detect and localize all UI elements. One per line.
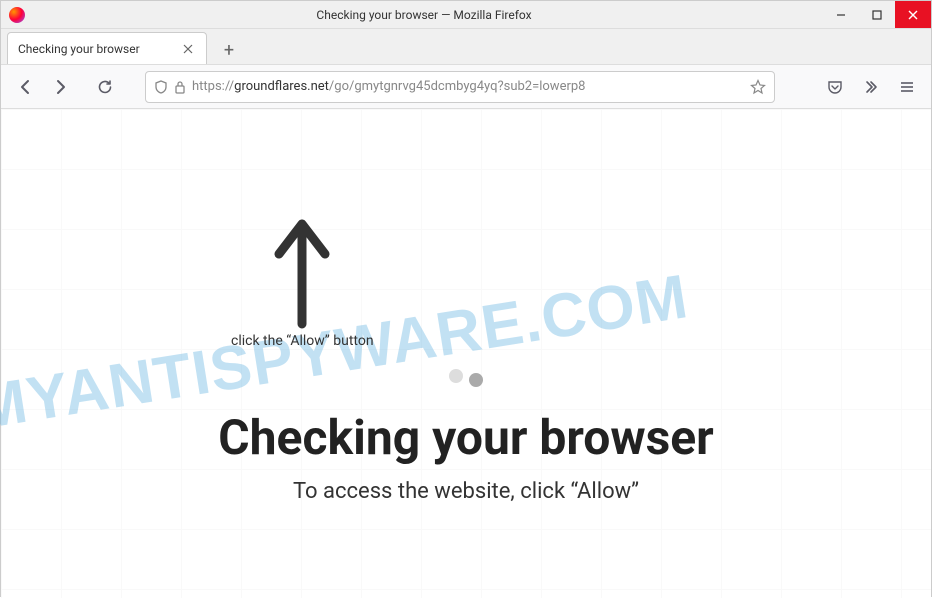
- lock-icon: [174, 80, 186, 94]
- url-text: https://groundflares.net/go/gmytgnrvg45d…: [192, 79, 744, 94]
- tab-title: Checking your browser: [18, 42, 172, 56]
- minimize-icon: [836, 10, 846, 20]
- spinner-dot-icon: [449, 369, 463, 383]
- url-path: /go/gmytgnrvg45dcmbyg4yq?sub2=lowerp8: [329, 79, 586, 94]
- arrow-hint-text: click the “Allow” button: [231, 333, 374, 349]
- arrow-right-icon: [52, 78, 70, 96]
- minimize-button[interactable]: [823, 1, 859, 28]
- close-button[interactable]: [895, 1, 931, 28]
- page-subheading: To access the website, click “Allow”: [1, 479, 931, 504]
- shield-icon: [154, 80, 168, 94]
- tab-close-button[interactable]: [180, 41, 196, 57]
- firefox-logo-icon: [9, 7, 25, 23]
- new-tab-button[interactable]: +: [215, 36, 243, 64]
- url-domain: groundflares.net: [234, 79, 329, 94]
- tab-active[interactable]: Checking your browser: [7, 32, 207, 64]
- loading-spinner: [449, 369, 483, 383]
- arrow-up-icon: [267, 209, 337, 329]
- back-button[interactable]: [9, 71, 41, 103]
- maximize-icon: [872, 10, 882, 20]
- maximize-button[interactable]: [859, 1, 895, 28]
- url-protocol: https://: [192, 79, 234, 94]
- page-heading: Checking your browser: [1, 409, 931, 466]
- background-grid: [1, 109, 931, 598]
- hamburger-icon: [899, 79, 915, 95]
- reload-button[interactable]: [89, 71, 121, 103]
- spinner-dot-icon: [469, 373, 483, 387]
- plus-icon: +: [224, 40, 234, 61]
- arrow-hint-container: click the “Allow” button: [231, 209, 374, 349]
- page-content: MYANTISPYWARE.COM click the “Allow” butt…: [1, 109, 931, 598]
- close-icon: [183, 44, 193, 54]
- tab-bar: Checking your browser +: [1, 29, 931, 65]
- bookmark-star-icon[interactable]: [750, 79, 766, 95]
- chevron-double-right-icon: [863, 79, 879, 95]
- pocket-button[interactable]: [819, 71, 851, 103]
- close-icon: [908, 10, 918, 20]
- forward-button[interactable]: [45, 71, 77, 103]
- reload-icon: [97, 79, 113, 95]
- url-bar[interactable]: https://groundflares.net/go/gmytgnrvg45d…: [145, 71, 775, 103]
- app-menu-button[interactable]: [891, 71, 923, 103]
- window-title-bar: Checking your browser — Mozilla Firefox: [1, 1, 931, 29]
- window-controls: [823, 1, 931, 28]
- overflow-button[interactable]: [855, 71, 887, 103]
- navigation-toolbar: https://groundflares.net/go/gmytgnrvg45d…: [1, 65, 931, 109]
- window-title: Checking your browser — Mozilla Firefox: [25, 8, 823, 22]
- pocket-icon: [827, 79, 843, 95]
- arrow-left-icon: [16, 78, 34, 96]
